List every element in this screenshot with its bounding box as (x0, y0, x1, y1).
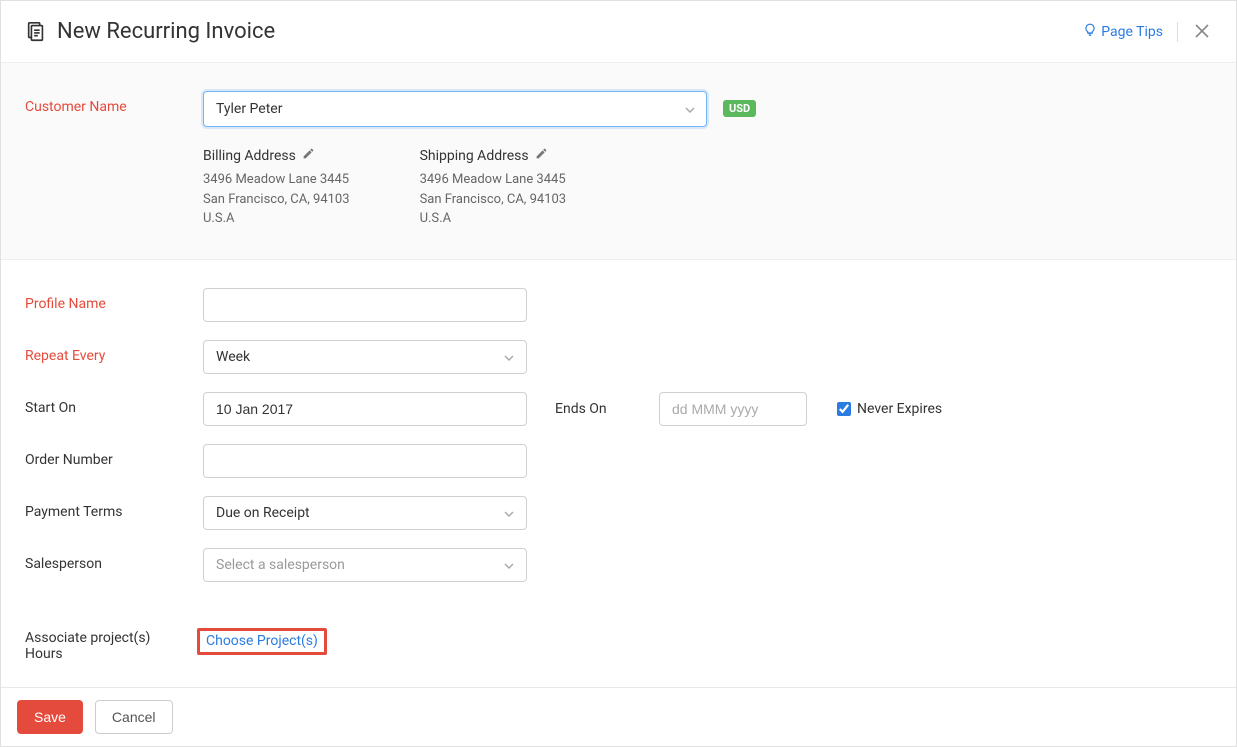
page-header: New Recurring Invoice Page Tips (1, 1, 1236, 63)
close-button[interactable] (1192, 22, 1212, 42)
ends-on-input[interactable] (659, 392, 807, 426)
cancel-button[interactable]: Cancel (95, 700, 173, 734)
save-button[interactable]: Save (17, 700, 83, 734)
billing-line1: 3496 Meadow Lane 3445 (203, 170, 350, 190)
payment-terms-label: Payment Terms (25, 496, 203, 520)
header-left: New Recurring Invoice (25, 19, 275, 44)
addresses: Billing Address 3496 Meadow Lane 3445 Sa… (203, 147, 1212, 229)
recurring-invoice-icon (25, 21, 47, 43)
payment-terms-select[interactable]: Due on Receipt (203, 496, 527, 530)
shipping-line3: U.S.A (420, 209, 567, 229)
never-expires-checkbox-wrap[interactable]: Never Expires (837, 401, 942, 417)
billing-address-title: Billing Address (203, 148, 296, 164)
order-number-input[interactable] (203, 444, 527, 478)
page-tips-link[interactable]: Page Tips (1083, 23, 1163, 41)
associate-projects-label: Associate project(s) Hours (25, 628, 203, 662)
repeat-every-label: Repeat Every (25, 340, 203, 364)
shipping-line1: 3496 Meadow Lane 3445 (420, 170, 567, 190)
form-body: Customer Name Tyler Peter USD (1, 63, 1236, 687)
customer-name-value: Tyler Peter (216, 101, 282, 117)
shipping-address: Shipping Address 3496 Meadow Lane 3445 S… (420, 147, 567, 229)
billing-address: Billing Address 3496 Meadow Lane 3445 Sa… (203, 147, 350, 229)
choose-projects-link[interactable]: Choose Project(s) (206, 633, 318, 649)
shipping-address-title: Shipping Address (420, 148, 529, 164)
never-expires-label: Never Expires (857, 401, 942, 417)
never-expires-checkbox[interactable] (837, 402, 851, 416)
start-on-input[interactable] (203, 392, 527, 426)
billing-line2: San Francisco, CA, 94103 (203, 190, 350, 210)
page-title: New Recurring Invoice (57, 19, 275, 44)
chevron-down-icon (685, 102, 695, 116)
details-section: Profile Name Repeat Every Week (1, 260, 1236, 688)
payment-terms-value: Due on Receipt (216, 505, 310, 521)
edit-billing-button[interactable] (302, 147, 315, 164)
lightbulb-icon (1083, 23, 1097, 41)
page-footer: Save Cancel (1, 687, 1236, 746)
profile-name-label: Profile Name (25, 288, 203, 312)
billing-line3: U.S.A (203, 209, 350, 229)
start-on-label: Start On (25, 392, 203, 416)
customer-section: Customer Name Tyler Peter USD (1, 63, 1236, 260)
edit-shipping-button[interactable] (535, 147, 548, 164)
header-divider (1177, 22, 1178, 42)
profile-name-input[interactable] (203, 288, 527, 322)
currency-badge: USD (723, 100, 756, 117)
chevron-down-icon (504, 558, 514, 572)
repeat-every-select[interactable]: Week (203, 340, 527, 374)
salesperson-label: Salesperson (25, 548, 203, 572)
associate-projects-line1: Associate project(s) (25, 630, 203, 646)
choose-projects-highlight: Choose Project(s) (197, 628, 327, 655)
shipping-line2: San Francisco, CA, 94103 (420, 190, 567, 210)
customer-name-label: Customer Name (25, 91, 203, 115)
page-tips-label: Page Tips (1101, 24, 1163, 40)
associate-projects-line2: Hours (25, 646, 203, 662)
repeat-every-value: Week (216, 349, 250, 365)
chevron-down-icon (504, 350, 514, 364)
header-right: Page Tips (1083, 22, 1212, 42)
salesperson-placeholder: Select a salesperson (216, 557, 345, 573)
customer-name-select[interactable]: Tyler Peter (203, 91, 707, 127)
salesperson-select[interactable]: Select a salesperson (203, 548, 527, 582)
chevron-down-icon (504, 506, 514, 520)
ends-on-label: Ends On (555, 401, 615, 417)
order-number-label: Order Number (25, 444, 203, 468)
